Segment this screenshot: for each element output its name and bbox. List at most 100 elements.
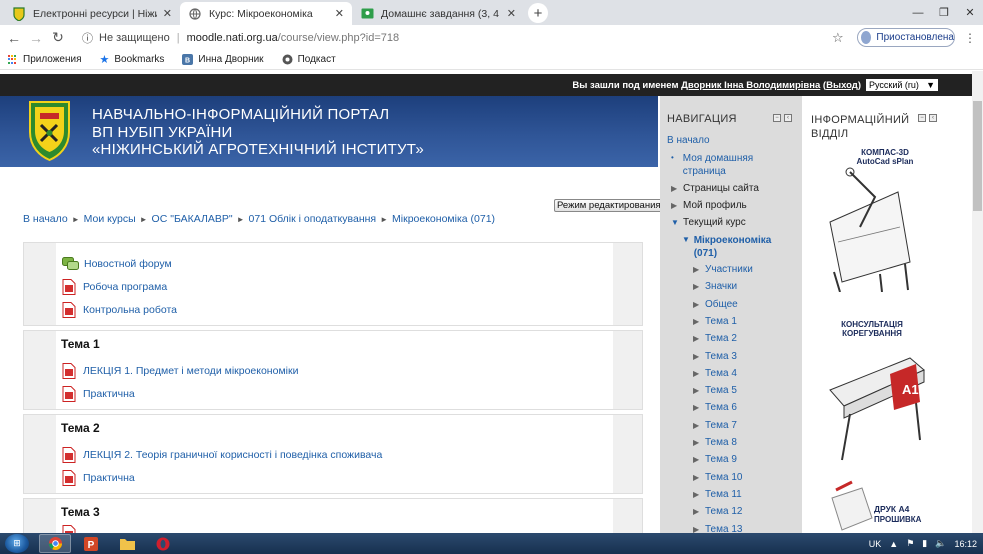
- nav-course-item[interactable]: ▶ Участники: [693, 264, 753, 276]
- volume-icon[interactable]: 🔈: [935, 538, 946, 549]
- nav-course-item[interactable]: ▶ Тема 2: [693, 333, 737, 345]
- nav-course-item[interactable]: ▶ Тема 3: [693, 351, 737, 363]
- address-bar[interactable]: ⓘ Не защищено | moodle.nati.org.ua/cours…: [82, 28, 852, 47]
- activity-control-work[interactable]: Контрольна робота: [62, 302, 177, 318]
- breadcrumb-accounting[interactable]: 071 Облік і оподаткування: [249, 213, 377, 227]
- expand-arrow-icon: ▶: [693, 472, 700, 482]
- drafting-table-illustration[interactable]: [820, 152, 920, 292]
- activity-work-program[interactable]: Робоча програма: [62, 279, 167, 295]
- tray-arrow-icon[interactable]: ▲: [889, 539, 898, 549]
- profile-label: Приостановлена: [876, 32, 954, 43]
- nav-course-item[interactable]: ▶ Тема 7: [693, 420, 737, 432]
- activity-practical-2[interactable]: Практична: [62, 470, 135, 486]
- collapse-block-icon[interactable]: −: [918, 114, 926, 122]
- info-department-block: ІНФОРМАЦІЙНИЙ ВІДДІЛ − ‹ КОМПАС-3D AutoC…: [802, 96, 972, 533]
- opera-taskbar-icon[interactable]: [147, 534, 179, 553]
- bookmark-star-icon[interactable]: ☆: [832, 30, 844, 46]
- close-tab-icon[interactable]: ✕: [507, 7, 516, 20]
- nav-home[interactable]: В начало: [667, 135, 710, 146]
- activity-practical-1[interactable]: Практична: [62, 386, 135, 402]
- expand-arrow-icon: ▶: [671, 184, 678, 193]
- nav-course-item[interactable]: ▶ Тема 1: [693, 316, 737, 328]
- bookmark-inna-dvornik[interactable]: B Инна Дворник: [182, 54, 264, 65]
- dock-block-icon[interactable]: ‹: [784, 114, 792, 122]
- nav-course-item[interactable]: ▶ Тема 6: [693, 402, 737, 414]
- back-arrow-icon[interactable]: ←: [3, 30, 25, 46]
- user-name-link[interactable]: Дворник Інна Володимирівна: [681, 80, 820, 91]
- institute-crest-logo[interactable]: [27, 99, 72, 162]
- close-tab-icon[interactable]: ✕: [163, 7, 172, 20]
- info-icon[interactable]: ⓘ: [82, 30, 93, 46]
- breadcrumb-course[interactable]: Мікроекономіка (071): [392, 213, 495, 227]
- nav-course-item[interactable]: ▶ Тема 4: [693, 368, 737, 380]
- navigation-block: НАВИГАЦИЯ − ‹ В начало • Моя домашняя стр…: [660, 96, 802, 533]
- page-scrollbar[interactable]: [972, 71, 983, 533]
- nav-course-item[interactable]: ▶ Тема 9: [693, 454, 737, 466]
- ad-binding-label: ПРОШИВКА: [874, 515, 922, 524]
- activity-news-forum[interactable]: Новостной форум: [62, 257, 172, 271]
- nav-course-item[interactable]: ▶ Значки: [693, 281, 737, 293]
- plotter-illustration[interactable]: А1: [820, 350, 932, 465]
- activity-lecture-1[interactable]: ЛЕКЦІЯ 1. Предмет і методи мікроекономік…: [62, 363, 298, 379]
- flag-icon[interactable]: ⚑: [906, 538, 914, 549]
- nav-course-item[interactable]: ▶ Общее: [693, 299, 738, 311]
- nav-course-item[interactable]: ▶ Тема 13: [693, 524, 742, 534]
- collapse-block-icon[interactable]: −: [773, 114, 781, 122]
- breadcrumb-home[interactable]: В начало: [23, 213, 68, 227]
- network-icon[interactable]: ▮: [922, 538, 927, 549]
- nav-course-item[interactable]: ▶ Тема 5: [693, 385, 737, 397]
- nav-current-course[interactable]: ▼ Текущий курс: [671, 217, 746, 229]
- chrome-taskbar-icon[interactable]: [39, 534, 71, 553]
- nav-course-item[interactable]: ▶ Тема 10: [693, 472, 742, 484]
- language-value: Русский (ru): [869, 80, 919, 90]
- expand-arrow-icon: ▶: [693, 420, 700, 430]
- activity-next[interactable]: [62, 525, 83, 533]
- block-controls: − ‹: [770, 114, 792, 122]
- language-indicator[interactable]: UK: [869, 539, 882, 549]
- portal-title-line1: НАВЧАЛЬНО-ІНФОРМАЦІЙНИЙ ПОРТАЛ: [92, 106, 390, 123]
- start-button[interactable]: ⊞: [5, 534, 29, 553]
- nav-label: Тема 5: [705, 385, 737, 397]
- tab-course-microeconomics[interactable]: Курс: Мікроекономіка ✕: [180, 2, 352, 25]
- nav-course-item[interactable]: ▶ Тема 8: [693, 437, 737, 449]
- clock[interactable]: 16:12: [954, 539, 977, 549]
- edit-mode-button[interactable]: Режим редактирования: [554, 199, 664, 212]
- activity-lecture-2[interactable]: ЛЕКЦІЯ 2. Теорія граничної корисності і …: [62, 447, 382, 463]
- nav-site-pages[interactable]: ▶ Страницы сайта: [671, 183, 759, 195]
- breadcrumb-my-courses[interactable]: Мои курсы: [84, 213, 136, 227]
- breadcrumb-bachelor[interactable]: ОС "БАКАЛАВР": [152, 213, 233, 227]
- nav-course-microeconomics[interactable]: ▼ Мікроекономіка (071): [682, 234, 794, 260]
- reload-icon[interactable]: ↻: [47, 29, 69, 46]
- language-select[interactable]: Русский (ru) ▼: [866, 79, 938, 91]
- tab-homework[interactable]: Домашнє завдання (3, 4 теми) С ✕: [352, 2, 524, 25]
- bookmark-apps[interactable]: Приложения: [8, 54, 82, 65]
- nav-course-item[interactable]: ▶ Тема 11: [693, 489, 742, 501]
- nav-label: Тема 12: [705, 506, 743, 518]
- powerpoint-taskbar-icon[interactable]: P: [75, 534, 107, 553]
- nav-my-home[interactable]: • Моя домашняя страница: [671, 152, 796, 178]
- close-tab-icon[interactable]: ✕: [335, 7, 344, 20]
- profile-button[interactable]: Приостановлена: [857, 28, 955, 47]
- new-tab-button[interactable]: +: [528, 3, 548, 23]
- tab-electronic-resources[interactable]: Електронні ресурси | Ніжинськ ✕: [4, 2, 180, 25]
- minimize-icon[interactable]: —: [905, 0, 931, 25]
- nav-label: Мой профиль: [683, 200, 747, 211]
- forward-arrow-icon[interactable]: →: [25, 30, 47, 46]
- printing-illustration[interactable]: [822, 478, 882, 533]
- menu-icon[interactable]: ⋮: [964, 31, 976, 45]
- nav-my-profile[interactable]: ▶ Мой профиль: [671, 200, 747, 212]
- bookmark-bookmarks[interactable]: ★ Bookmarks: [100, 53, 165, 66]
- activity-label: Контрольна робота: [83, 304, 177, 316]
- close-window-icon[interactable]: ✕: [957, 0, 983, 25]
- nav-label: Тема 2: [705, 333, 737, 345]
- nav-course-item[interactable]: ▶ Тема 12: [693, 506, 742, 518]
- bookmark-podcast[interactable]: Подкаст: [282, 54, 336, 65]
- scrollbar-thumb[interactable]: [973, 101, 982, 211]
- svg-text:P: P: [88, 540, 95, 551]
- expand-arrow-icon: ▶: [693, 368, 700, 378]
- avatar: [861, 31, 872, 44]
- explorer-taskbar-icon[interactable]: [111, 534, 143, 553]
- dock-block-icon[interactable]: ‹: [929, 114, 937, 122]
- logout-link[interactable]: Выход: [826, 80, 858, 91]
- maximize-icon[interactable]: ❐: [931, 0, 957, 25]
